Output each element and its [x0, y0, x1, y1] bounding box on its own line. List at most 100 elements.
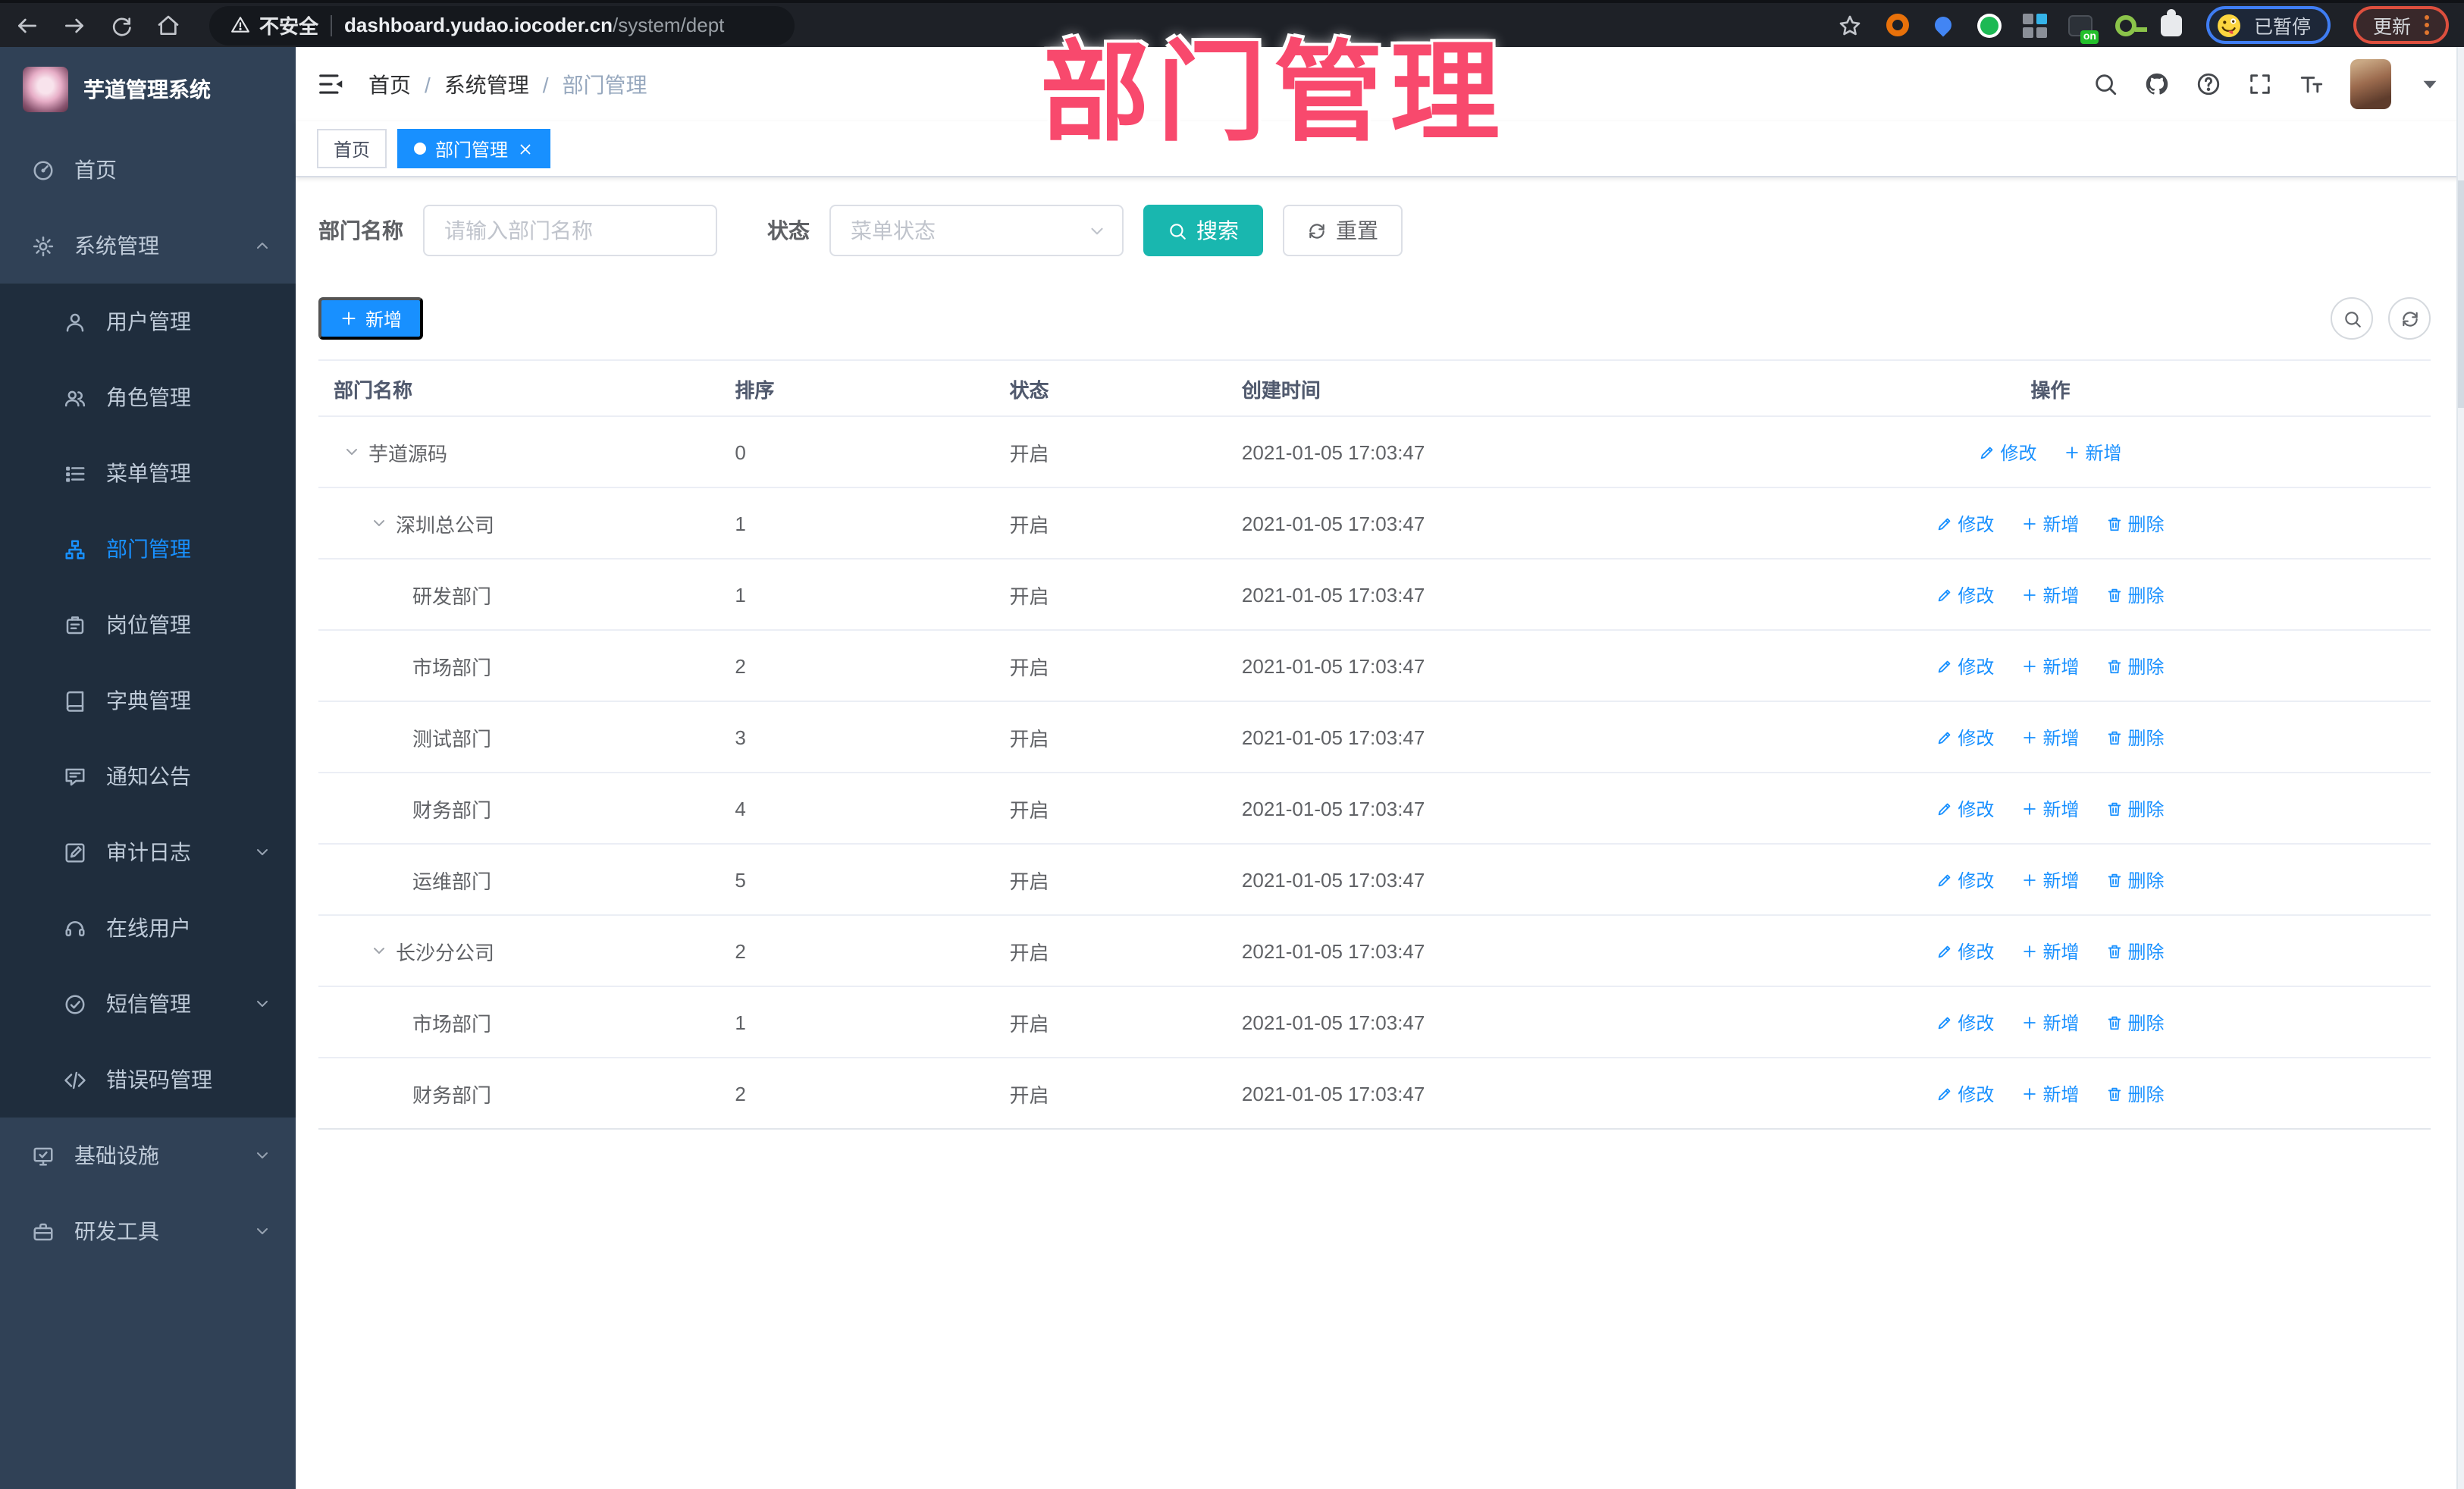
add-link[interactable]: 新增 [2021, 653, 2079, 679]
sidebar-item-roles[interactable]: 角色管理 [0, 359, 296, 435]
add-dept-button[interactable]: 新增 [318, 297, 424, 340]
tab-home[interactable]: 首页 [317, 129, 387, 168]
add-link[interactable]: 新增 [2021, 510, 2079, 536]
help-icon[interactable] [2196, 71, 2221, 97]
sidebar-item-infra[interactable]: 基础设施 [0, 1118, 296, 1193]
sidebar-item-notices[interactable]: 通知公告 [0, 738, 296, 814]
delete-link[interactable]: 删除 [2106, 581, 2165, 607]
sidebar-item-posts[interactable]: 岗位管理 [0, 587, 296, 663]
close-icon[interactable] [517, 140, 534, 157]
edit-link[interactable]: 修改 [1936, 510, 1994, 536]
dark-extension-icon[interactable]: on [2067, 12, 2099, 44]
breadcrumb-system[interactable]: 系统管理 [444, 69, 529, 99]
chrome-update-button[interactable]: 更新 [2353, 6, 2449, 44]
user-avatar[interactable] [2350, 59, 2391, 109]
add-link[interactable]: 新增 [2021, 581, 2079, 607]
puzzle-extension-icon[interactable] [2158, 8, 2184, 38]
sidebar-item-dicts[interactable]: 字典管理 [0, 663, 296, 738]
expand-arrow-icon[interactable] [370, 942, 388, 960]
add-link[interactable]: 新增 [2021, 938, 2079, 964]
edit-link[interactable]: 修改 [1936, 795, 1994, 821]
edit-link[interactable]: 修改 [1979, 439, 2036, 465]
refresh-icon [1307, 221, 1327, 240]
status-select[interactable]: 菜单状态 [829, 205, 1124, 256]
grid-extension-icon[interactable] [2022, 12, 2048, 38]
kebab-menu-icon[interactable] [2425, 15, 2429, 35]
sidebar-item-audit-log[interactable]: 审计日志 [0, 814, 296, 890]
actions-cell: 修改 新增 删除 [1669, 986, 2431, 1058]
edit-link[interactable]: 修改 [1936, 867, 1994, 892]
github-icon[interactable] [2144, 71, 2170, 97]
trash-icon [2106, 800, 2123, 817]
show-search-toggle-button[interactable] [2331, 297, 2373, 340]
dept-name-input[interactable] [423, 205, 717, 256]
warning-triangle-icon [230, 15, 250, 35]
sidebar-item-users[interactable]: 用户管理 [0, 284, 296, 359]
edit-link[interactable]: 修改 [1936, 1080, 1994, 1106]
add-link[interactable]: 新增 [2021, 867, 2079, 892]
tab-dept-management[interactable]: 部门管理 [397, 129, 551, 168]
pencil-icon [1936, 729, 1953, 745]
delete-link[interactable]: 删除 [2106, 1080, 2165, 1106]
delete-link[interactable]: 删除 [2106, 795, 2165, 821]
expand-arrow-icon[interactable] [370, 514, 388, 532]
forward-arrow-icon[interactable] [62, 13, 86, 37]
back-arrow-icon[interactable] [15, 13, 39, 37]
reload-icon[interactable] [109, 13, 133, 37]
sidebar-item-online-users[interactable]: 在线用户 [0, 890, 296, 966]
orange-ring-extension-icon[interactable] [1886, 12, 1911, 38]
search-icon[interactable] [2093, 71, 2118, 97]
delete-link[interactable]: 删除 [2106, 510, 2165, 536]
blue-pin-extension-icon[interactable] [1931, 12, 1957, 38]
refresh-table-button[interactable] [2388, 297, 2431, 340]
add-button-label: 新增 [365, 309, 403, 330]
breadcrumb-home[interactable]: 首页 [368, 69, 411, 99]
sidebar-item-home[interactable]: 首页 [0, 132, 296, 208]
delete-link[interactable]: 删除 [2106, 1009, 2165, 1035]
app-logo-row[interactable]: 芋道管理系统 [0, 47, 296, 132]
bookmark-star-icon[interactable] [1839, 13, 1863, 37]
add-link[interactable]: 新增 [2064, 439, 2122, 465]
sidebar-item-menus[interactable]: 菜单管理 [0, 435, 296, 511]
add-link[interactable]: 新增 [2021, 724, 2079, 750]
page-scrollbar[interactable] [2456, 47, 2464, 1489]
edit-link[interactable]: 修改 [1936, 581, 1994, 607]
profile-paused-chip[interactable]: 已暂停 [2206, 6, 2331, 44]
sort-cell: 0 [719, 416, 995, 488]
edit-link[interactable]: 修改 [1936, 724, 1994, 750]
add-link[interactable]: 新增 [2021, 1009, 2079, 1035]
security-status[interactable]: 不安全 [230, 11, 318, 39]
action-label: 新增 [2042, 798, 2080, 820]
edit-link[interactable]: 修改 [1936, 653, 1994, 679]
sidebar-item-depts[interactable]: 部门管理 [0, 511, 296, 587]
delete-link[interactable]: 删除 [2106, 653, 2165, 679]
green-check-extension-icon[interactable] [1977, 12, 2002, 38]
expand-arrow-icon[interactable] [343, 443, 361, 461]
edit-link[interactable]: 修改 [1936, 938, 1994, 964]
created-time-cell: 2021-01-05 17:03:47 [1226, 844, 1670, 916]
chevron-up-icon [253, 237, 271, 255]
scrollbar-thumb[interactable] [2458, 180, 2464, 408]
pencil-icon [1936, 657, 1953, 674]
address-bar[interactable]: 不安全 dashboard.yudao.iocoder.cn/system/de… [209, 5, 795, 45]
edit-link[interactable]: 修改 [1936, 1009, 1994, 1035]
fullscreen-icon[interactable] [2247, 71, 2273, 97]
delete-link[interactable]: 删除 [2106, 938, 2165, 964]
search-button[interactable]: 搜索 [1143, 205, 1263, 256]
delete-link[interactable]: 删除 [2106, 867, 2165, 892]
caret-down-icon[interactable] [2417, 71, 2443, 97]
sidebar-item-system[interactable]: 系统管理 [0, 208, 296, 284]
add-link[interactable]: 新增 [2021, 1080, 2079, 1106]
green-key-extension-icon[interactable] [2113, 12, 2147, 38]
sidebar-collapse-icon[interactable] [317, 70, 346, 99]
font-size-icon[interactable] [2299, 71, 2324, 97]
reset-button[interactable]: 重置 [1283, 205, 1403, 256]
sidebar-item-error-codes[interactable]: 错误码管理 [0, 1042, 296, 1118]
sidebar-item-sms[interactable]: 短信管理 [0, 966, 296, 1042]
add-link[interactable]: 新增 [2021, 795, 2079, 821]
home-icon[interactable] [156, 13, 180, 37]
delete-link[interactable]: 删除 [2106, 724, 2165, 750]
trash-icon [2106, 871, 2123, 888]
sort-cell: 3 [719, 701, 995, 773]
sidebar-item-dev-tools[interactable]: 研发工具 [0, 1193, 296, 1269]
